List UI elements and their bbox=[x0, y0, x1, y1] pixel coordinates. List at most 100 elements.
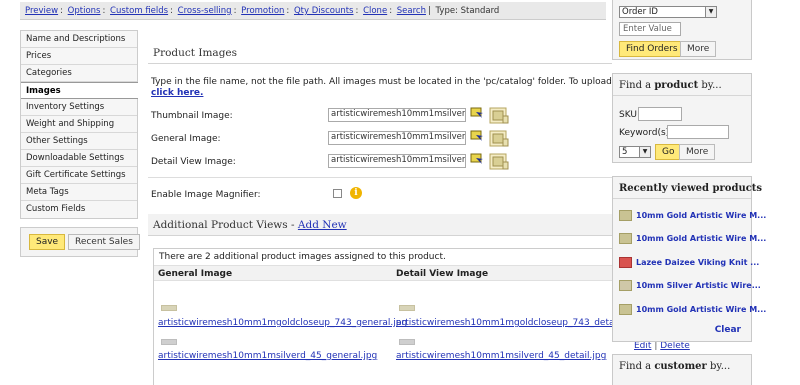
recent-sales-button[interactable]: Recent Sales bbox=[67, 234, 140, 250]
sku-input[interactable] bbox=[638, 107, 682, 121]
keyword-label: Keyword(s): bbox=[619, 128, 673, 138]
results-count-select[interactable]: 5 ▼ bbox=[619, 146, 651, 158]
section-divider bbox=[148, 177, 612, 178]
options-link[interactable]: Options bbox=[68, 6, 101, 16]
order-field-select[interactable]: Order ID ▼ bbox=[619, 6, 717, 18]
order-field-value: Order ID bbox=[622, 7, 658, 17]
recent-product-item[interactable]: 10mm Silver Artistic Wire... bbox=[619, 278, 761, 294]
nav-item-meta-tags[interactable]: Meta Tags bbox=[21, 184, 137, 201]
recent-product-link[interactable]: Lazee Daizee Viking Knit ... bbox=[636, 258, 759, 267]
col-general-image: General Image bbox=[158, 269, 233, 279]
recent-product-item[interactable]: Lazee Daizee Viking Knit ... bbox=[619, 255, 759, 271]
detail-thumbnail bbox=[399, 339, 415, 345]
recent-product-link[interactable]: 10mm Gold Artistic Wire M... bbox=[636, 305, 766, 314]
save-button[interactable]: Save bbox=[29, 234, 66, 250]
image-picker-icon[interactable] bbox=[470, 106, 484, 120]
nav-item-gift-certificate-settings[interactable]: Gift Certificate Settings bbox=[21, 167, 137, 184]
image-picker-icon[interactable] bbox=[470, 152, 484, 166]
more-orders-button[interactable]: More bbox=[680, 41, 717, 57]
title-prefix: Find a bbox=[619, 361, 652, 372]
nav-item-name-and-descriptions[interactable]: Name and Descriptions bbox=[21, 31, 137, 48]
title-prefix: Find a bbox=[619, 80, 652, 91]
nav-item-weight-and-shipping[interactable]: Weight and Shipping bbox=[21, 116, 137, 133]
product-thumbnail bbox=[619, 280, 632, 291]
save-actions: Save Recent Sales bbox=[20, 227, 140, 257]
general-image-input[interactable]: artisticwiremesh10mm1msilver_17 bbox=[328, 131, 466, 145]
qty-discounts-link[interactable]: Qty Discounts bbox=[294, 6, 354, 16]
search-link[interactable]: Search bbox=[397, 6, 426, 16]
col-detail-view-image: Detail View Image bbox=[396, 269, 489, 279]
general-image-link[interactable]: artisticwiremesh10mm1mgoldcloseup_743_ge… bbox=[158, 318, 407, 328]
additional-views-heading: Additional Product Views - Add New bbox=[148, 214, 612, 236]
image-magnifier-checkbox[interactable] bbox=[333, 189, 342, 198]
additional-views-title: Additional Product Views - bbox=[153, 219, 295, 231]
general-image-label: General Image: bbox=[151, 134, 221, 144]
upload-image-icon[interactable] bbox=[489, 130, 509, 148]
product-settings-nav: Name and Descriptions Prices Categories … bbox=[20, 30, 138, 219]
title-suffix: by... bbox=[701, 80, 722, 91]
product-thumbnail bbox=[619, 210, 632, 221]
more-product-search-button[interactable]: More bbox=[679, 144, 716, 160]
title-suffix: by... bbox=[710, 361, 731, 372]
sku-label: SKU: bbox=[619, 110, 640, 120]
find-product-title: Find a product by... bbox=[613, 74, 751, 96]
order-value-input[interactable]: Enter Value bbox=[619, 22, 681, 36]
find-orders-box: Order ID ▼ Enter Value Find Orders More bbox=[612, 0, 752, 60]
recent-product-item[interactable]: 10mm Gold Artistic Wire M... bbox=[619, 231, 766, 247]
preview-link[interactable]: Preview bbox=[25, 6, 58, 16]
detail-view-image-input[interactable]: artisticwiremesh10mm1msilver_17 bbox=[328, 154, 466, 168]
results-count-value: 5 bbox=[622, 147, 628, 157]
promotion-link[interactable]: Promotion bbox=[241, 6, 284, 16]
upload-image-icon[interactable] bbox=[489, 153, 509, 171]
find-orders-button[interactable]: Find Orders bbox=[619, 41, 685, 57]
cross-selling-link[interactable]: Cross-selling bbox=[178, 6, 232, 16]
nav-item-inventory-settings[interactable]: Inventory Settings bbox=[21, 99, 137, 116]
product-thumbnail bbox=[619, 233, 632, 244]
edit-link[interactable]: Edit bbox=[634, 341, 651, 351]
product-thumbnail bbox=[619, 304, 632, 315]
go-button[interactable]: Go bbox=[655, 144, 682, 160]
clear-recent-link[interactable]: Clear bbox=[715, 325, 741, 335]
row-actions: Edit | Delete bbox=[634, 341, 690, 351]
general-thumbnail bbox=[161, 305, 177, 311]
nav-item-custom-fields[interactable]: Custom Fields bbox=[21, 201, 137, 218]
nav-item-categories[interactable]: Categories bbox=[21, 65, 137, 82]
product-toolbar: Preview: Options: Custom fields: Cross-s… bbox=[20, 2, 606, 20]
chevron-down-icon: ▼ bbox=[705, 7, 716, 17]
detail-image-link[interactable]: artisticwiremesh10mm1msilverd_45_detail.… bbox=[396, 351, 606, 361]
image-magnifier-label: Enable Image Magnifier: bbox=[151, 190, 261, 200]
thumbnail-image-input[interactable]: artisticwiremesh10mm1msilver_17 bbox=[328, 108, 466, 122]
find-customer-box: Find a customer by... bbox=[612, 354, 752, 385]
image-picker-icon[interactable] bbox=[470, 129, 484, 143]
product-images-heading: Product Images bbox=[148, 42, 612, 64]
recent-product-item[interactable]: 10mm Gold Artistic Wire M... bbox=[619, 208, 766, 224]
delete-link[interactable]: Delete bbox=[660, 341, 690, 351]
recent-product-link[interactable]: 10mm Silver Artistic Wire... bbox=[636, 281, 761, 290]
recently-viewed-box: Recently viewed products 10mm Gold Artis… bbox=[612, 176, 766, 342]
images-panel: Product Images Type in the file name, no… bbox=[148, 30, 612, 385]
upload-image-icon[interactable] bbox=[489, 107, 509, 125]
clone-link[interactable]: Clone bbox=[363, 6, 387, 16]
keyword-input[interactable] bbox=[667, 125, 729, 139]
nav-item-other-settings[interactable]: Other Settings bbox=[21, 133, 137, 150]
detail-image-link[interactable]: artisticwiremesh10mm1mgoldcloseup_743_de… bbox=[396, 318, 612, 328]
custom-fields-link[interactable]: Custom fields bbox=[110, 6, 168, 16]
product-type-value: Standard bbox=[460, 6, 500, 16]
info-icon[interactable]: i bbox=[350, 187, 362, 199]
add-new-link[interactable]: Add New bbox=[298, 219, 347, 231]
images-instructions: Type in the file name, not the file path… bbox=[151, 77, 612, 99]
nav-item-downloadable-settings[interactable]: Downloadable Settings bbox=[21, 150, 137, 167]
detail-view-image-label: Detail View Image: bbox=[151, 157, 236, 167]
recent-product-link[interactable]: 10mm Gold Artistic Wire M... bbox=[636, 211, 766, 220]
upload-link[interactable]: click here. bbox=[151, 88, 203, 98]
product-thumbnail bbox=[619, 257, 632, 268]
additional-views-count: There are 2 additional product images as… bbox=[159, 252, 446, 262]
general-thumbnail bbox=[161, 339, 177, 345]
nav-item-prices[interactable]: Prices bbox=[21, 48, 137, 65]
general-image-link[interactable]: artisticwiremesh10mm1msilverd_45_general… bbox=[158, 351, 377, 361]
thumbnail-image-label: Thumbnail Image: bbox=[151, 111, 233, 121]
nav-item-images[interactable]: Images bbox=[21, 82, 138, 99]
recent-product-item[interactable]: 10mm Gold Artistic Wire M... bbox=[619, 302, 766, 318]
table-header: General Image Detail View Image bbox=[154, 265, 612, 281]
recent-product-link[interactable]: 10mm Gold Artistic Wire M... bbox=[636, 234, 766, 243]
